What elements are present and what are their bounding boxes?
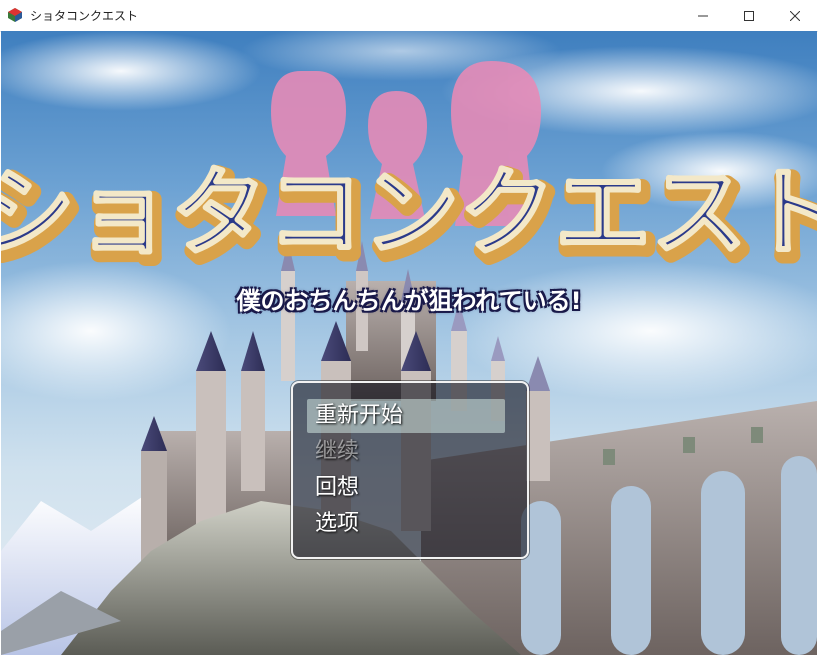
close-button[interactable] <box>772 0 818 31</box>
maximize-button[interactable] <box>726 0 772 31</box>
minimize-button[interactable] <box>680 0 726 31</box>
title-command-menu: 重新开始 继续 回想 选项 <box>291 381 529 559</box>
game-logo: ショタコンクエスト ショタコンクエスト <box>1 131 817 283</box>
window-titlebar: ショタコンクエスト <box>0 0 818 32</box>
minimize-icon <box>698 15 708 16</box>
menu-recollection[interactable]: 回想 <box>307 471 505 505</box>
game-title-screen: ショタコンクエスト ショタコンクエスト 僕のおちんちんが狙われている! 重新开始… <box>1 31 817 655</box>
logo-svg: ショタコンクエスト ショタコンクエスト <box>1 156 817 283</box>
title-background-art <box>1 31 817 655</box>
logo-text: ショタコンクエスト <box>1 157 817 269</box>
menu-options[interactable]: 选项 <box>307 507 505 541</box>
maximize-icon <box>744 10 754 21</box>
game-subtitle: 僕のおちんちんが狙われている! <box>236 287 582 315</box>
close-icon <box>790 10 800 21</box>
app-icon <box>8 8 22 22</box>
menu-continue[interactable]: 继续 <box>307 435 505 469</box>
window-title: ショタコンクエスト <box>30 9 139 23</box>
menu-new-game[interactable]: 重新开始 <box>307 399 505 433</box>
